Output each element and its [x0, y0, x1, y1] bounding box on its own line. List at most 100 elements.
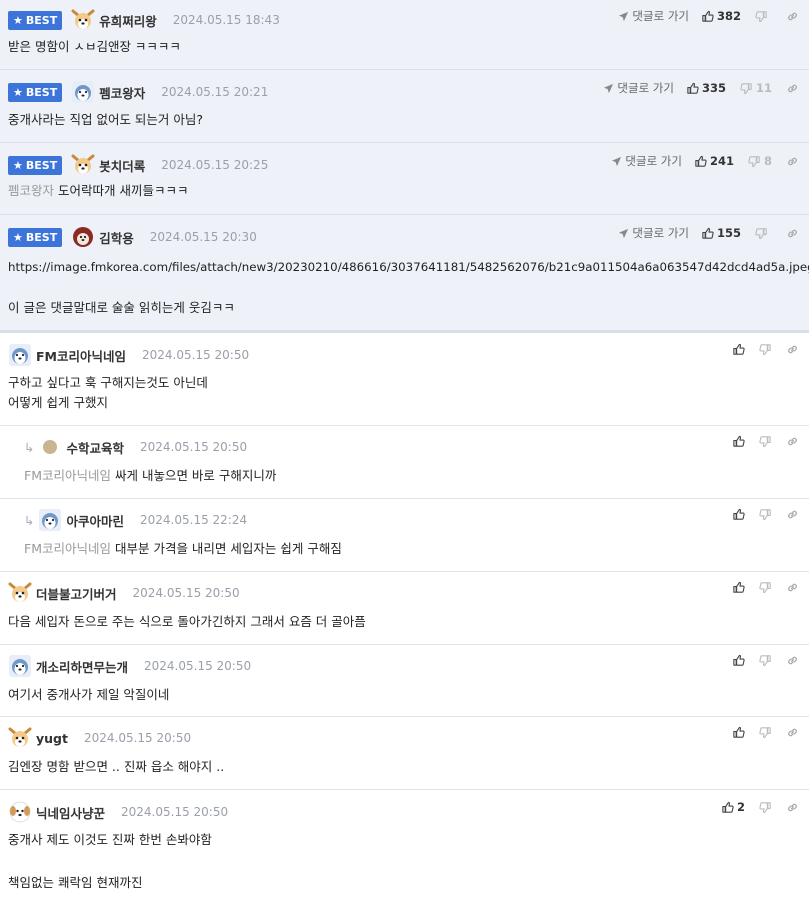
downvote-button[interactable] — [755, 227, 768, 240]
link-icon[interactable] — [786, 155, 799, 168]
dog-avatar-icon[interactable] — [71, 8, 95, 32]
husky-avatar-icon[interactable] — [38, 508, 62, 532]
goto-reply-link[interactable]: 댓글로 가기 — [603, 80, 674, 96]
dog-avatar-icon[interactable] — [8, 726, 32, 750]
star-icon: ★ — [13, 158, 23, 172]
dog-avatar-icon[interactable] — [71, 153, 95, 177]
thumbs-down-icon[interactable] — [759, 581, 772, 594]
comment-author[interactable]: 김학용 — [99, 228, 134, 247]
comment-date: 2024.05.15 20:50 — [132, 586, 240, 600]
goto-reply-label: 댓글로 가기 — [625, 154, 682, 168]
downvote-button[interactable]: 8 — [748, 154, 772, 168]
comment-author[interactable]: 더블불고기버거 — [36, 584, 117, 603]
downvote-count: 8 — [763, 154, 772, 168]
thumbs-up-icon[interactable] — [732, 654, 745, 667]
comment-date: 2024.05.15 20:50 — [140, 440, 248, 454]
link-icon[interactable] — [786, 343, 799, 356]
comment-text: 펨코왕자 도어락따개 새끼들ㅋㅋㅋ — [8, 181, 188, 201]
upvote-button[interactable]: 335 — [686, 81, 726, 95]
goto-reply-label: 댓글로 가기 — [632, 9, 689, 23]
comment-text: 여기서 중개사가 제일 악질이네 — [8, 687, 170, 702]
comment-date: 2024.05.15 20:50 — [83, 731, 192, 745]
link-icon[interactable] — [786, 508, 799, 521]
goto-reply-link[interactable]: 댓글로 가기 — [611, 153, 682, 169]
goto-reply-label: 댓글로 가기 — [617, 81, 674, 95]
puppy-avatar-icon[interactable] — [8, 800, 32, 824]
upvote-count: 155 — [716, 226, 741, 240]
upvote-button[interactable]: 2 — [721, 800, 745, 814]
link-icon[interactable] — [786, 82, 799, 95]
comment-author[interactable]: 수학교육학 — [66, 438, 124, 457]
upvote-button[interactable]: 382 — [701, 9, 741, 23]
link-icon[interactable] — [786, 435, 799, 448]
downvote-button[interactable]: 11 — [740, 81, 772, 95]
husky-avatar-icon[interactable] — [8, 654, 32, 678]
upvote-count: 335 — [701, 81, 726, 95]
husky-avatar-icon[interactable] — [8, 343, 32, 367]
thumbs-down-icon[interactable] — [759, 435, 772, 448]
downvote-count: 11 — [755, 81, 772, 95]
link-icon[interactable] — [786, 801, 799, 814]
comment-date: 2024.05.15 20:50 — [144, 659, 252, 673]
comment-author[interactable]: 유희쩌리왕 — [99, 11, 157, 30]
comment-author[interactable]: yugt — [36, 731, 68, 746]
thumbs-down-icon[interactable] — [759, 343, 772, 356]
goto-reply-link[interactable]: 댓글로 가기 — [618, 8, 689, 24]
link-icon[interactable] — [786, 654, 799, 667]
husky-avatar-icon[interactable] — [71, 80, 95, 104]
comment: FM코리아닉네임 2024.05.15 20:50 구하고 싶다고 훅 구해지는… — [0, 333, 809, 426]
thumbs-up-icon[interactable] — [732, 508, 745, 521]
comment-text: FM코리아닉네임 대부분 가격을 내리면 세입자는 쉽게 구해짐 — [24, 539, 342, 559]
upvote-count: 2 — [736, 800, 745, 814]
comment-body: 싸게 내놓으면 바로 구해지니까 — [114, 468, 277, 483]
reply-target[interactable]: 펨코왕자 — [8, 183, 54, 198]
thumbs-down-icon[interactable] — [759, 654, 772, 667]
send-icon — [618, 228, 629, 239]
thumbs-up-icon[interactable] — [732, 726, 745, 739]
link-icon[interactable] — [786, 726, 799, 739]
comment: 닉네임사냥꾼 2024.05.15 20:50 중개사 제도 이것도 진짜 한번… — [0, 790, 809, 900]
comment: 더블불고기버거 2024.05.15 20:50 다음 세입자 돈으로 주는 식… — [0, 572, 809, 645]
avatar-icon[interactable] — [38, 435, 62, 459]
comment-date: 2024.05.15 22:24 — [140, 513, 248, 527]
upvote-count: 241 — [709, 154, 734, 168]
thumbs-down-icon[interactable] — [759, 726, 772, 739]
thumbs-up-icon[interactable] — [732, 343, 745, 356]
goto-reply-link[interactable]: 댓글로 가기 — [618, 225, 689, 241]
link-icon[interactable] — [786, 10, 799, 23]
puppy-avatar-icon[interactable] — [71, 225, 95, 249]
best-comment: ★ BEST 펨코왕자 2024.05.15 20:21 중개사라는 직업 없어도… — [0, 70, 809, 143]
best-comment: ★ BEST 유희쩌리왕 2024.05.15 18:43 받은 명함이 ㅅㅂ김앤… — [0, 0, 809, 70]
comment-text: 받은 명함이 ㅅㅂ김앤장 ㅋㅋㅋㅋ — [8, 39, 181, 54]
image-url[interactable]: https://image.fmkorea.com/files/attach/n… — [8, 257, 809, 277]
comment: yugt 2024.05.15 20:50 김엔장 명함 받으면 .. 진짜 읍… — [0, 717, 809, 790]
comment-author[interactable]: 닉네임사냥꾼 — [36, 803, 105, 822]
thumbs-up-icon[interactable] — [732, 435, 745, 448]
reply-arrow-icon: ↳ — [24, 512, 35, 528]
comment-author[interactable]: 펨코왕자 — [99, 83, 145, 102]
comment-date: 2024.05.15 20:50 — [121, 805, 229, 819]
comment-author[interactable]: 개소리하면무는개 — [36, 657, 128, 676]
comment-date: 2024.05.15 20:50 — [141, 348, 250, 362]
comment-author[interactable]: 아쿠아마린 — [66, 511, 124, 530]
comment-author[interactable]: 봇치더록 — [99, 156, 145, 175]
thumbs-down-icon — [748, 155, 761, 168]
link-icon[interactable] — [786, 227, 799, 240]
thumbs-up-icon — [694, 155, 707, 168]
link-icon[interactable] — [786, 581, 799, 594]
dog-avatar-icon[interactable] — [8, 581, 32, 605]
comment-author[interactable]: FM코리아닉네임 — [36, 346, 126, 365]
reply-target[interactable]: FM코리아닉네임 — [24, 468, 111, 483]
reply-target[interactable]: FM코리아닉네임 — [24, 541, 111, 556]
best-badge: ★ BEST — [8, 227, 63, 247]
thumbs-up-icon[interactable] — [732, 581, 745, 594]
thumbs-down-icon[interactable] — [759, 801, 772, 814]
downvote-button[interactable] — [755, 10, 768, 23]
comment-line: 구하고 싶다고 훅 구해지는것도 아닌데 — [8, 375, 208, 390]
best-badge: ★ BEST — [8, 10, 63, 30]
comment-line: 책임없는 쾌락임 현재까진 — [8, 875, 143, 890]
upvote-button[interactable]: 155 — [701, 226, 741, 240]
best-comment: ★ BEST 김학용 2024.05.15 20:30 https://image… — [0, 215, 809, 330]
upvote-button[interactable]: 241 — [694, 154, 734, 168]
thumbs-down-icon[interactable] — [759, 508, 772, 521]
